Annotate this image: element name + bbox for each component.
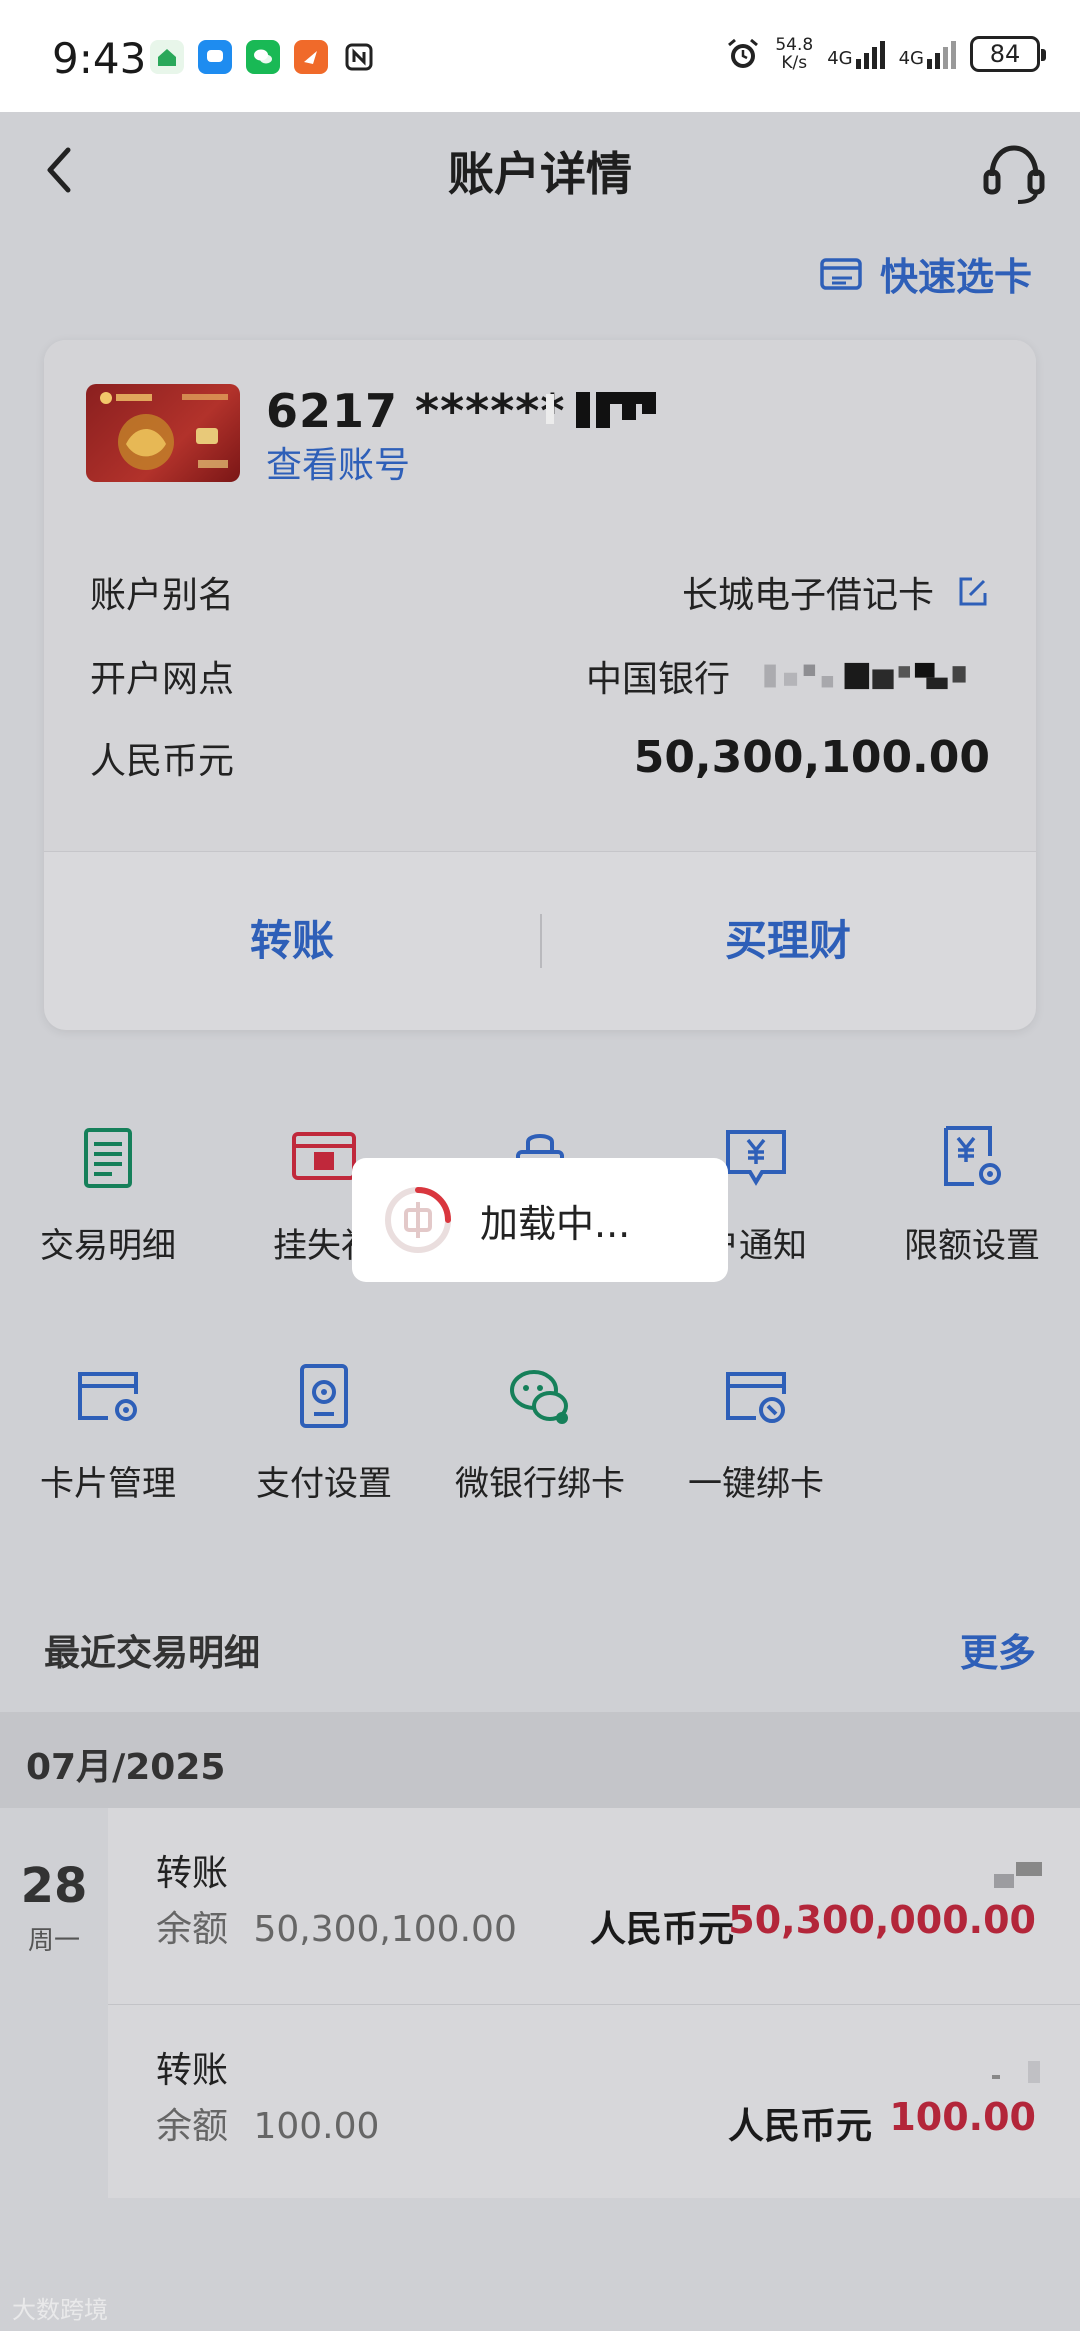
weekday: 周一 [27, 1926, 80, 1956]
transaction-row[interactable]: 转账 余额 100.00 人民币元 100.00 [108, 2004, 1080, 2200]
day-number: 28 [20, 1858, 88, 1914]
signal-1: 4G [827, 39, 885, 69]
card-manage-icon [78, 1372, 138, 1421]
transaction-type: 转账 [156, 1853, 229, 1894]
loading-toast: 加载中... [352, 1158, 728, 1282]
transaction-list: 转账 余额 50,300,100.00 人民币元 50,300,000.00 转… [108, 1808, 1080, 2198]
transaction-currency: 人民币元 [728, 2106, 873, 2147]
card-actions: 转账 买理财 [44, 852, 1036, 1030]
quick-select-card-button[interactable]: 快速选卡 [820, 246, 1032, 301]
battery-icon: 84 [970, 36, 1046, 72]
watermark: 大数跨境 [12, 2296, 108, 2324]
net-speed: 54.8 K/s [775, 35, 814, 73]
grid-transaction-detail[interactable]: 交易明细 [0, 1122, 216, 1267]
signal-2: 4G [899, 39, 956, 69]
card-info: 6217 ****** 查看账号 账户别名 长城电子借记卡 开户网点 中国银行 … [44, 340, 1036, 852]
limit-setting-icon [944, 1126, 1001, 1186]
transaction-currency: 人民币元 [590, 1909, 735, 1950]
one-click-bind-icon [726, 1372, 786, 1423]
message-app-icon [198, 40, 232, 74]
transaction-balance: 余额 100.00 [156, 2106, 380, 2147]
balance-row: 人民币元 50,300,100.00 [90, 732, 990, 783]
balance-amount: 50,300,100.00 [633, 732, 990, 783]
orange-app-icon [294, 40, 328, 74]
transfer-button[interactable]: 转账 [44, 852, 540, 1030]
branch-row: 开户网点 中国银行 [90, 650, 990, 700]
customer-service-icon[interactable] [978, 138, 1050, 210]
month-label: 07月/2025 [26, 1747, 226, 1788]
wechat-app-icon [246, 40, 280, 74]
alias-label: 账户别名 [90, 575, 235, 616]
more-link[interactable]: 更多 [960, 1622, 1036, 1677]
grid-limit-setting[interactable]: 限额设置 [864, 1122, 1080, 1267]
transaction-type: 转账 [156, 2050, 229, 2091]
transaction-detail-icon [84, 1128, 132, 1188]
nfc-icon [342, 40, 376, 74]
pay-setting-icon [300, 1364, 348, 1428]
view-account-link[interactable]: 查看账号 [266, 436, 410, 488]
day-column: 28 周一 [0, 1808, 108, 2198]
transaction-balance: 余额 50,300,100.00 [156, 1909, 517, 1950]
alias-value: 长城电子借记卡 [681, 575, 934, 616]
transaction-amount: 100.00 [889, 2095, 1036, 2139]
branch-value: 中国银行 [585, 659, 730, 700]
branch-label: 开户网点 [90, 659, 235, 700]
grid-wechat-bind[interactable]: 微银行绑卡 [432, 1360, 648, 1505]
transaction-row[interactable]: 转账 余额 50,300,100.00 人民币元 50,300,000.00 [108, 1808, 1080, 2004]
account-card-panel: 6217 ****** 查看账号 账户别名 长城电子借记卡 开户网点 中国银行 … [44, 340, 1036, 1030]
app-notification-icon [150, 40, 184, 74]
card-number-redaction [546, 392, 656, 428]
card-number: 6217 ****** [266, 384, 566, 438]
alias-row: 账户别名 长城电子借记卡 [90, 566, 990, 616]
month-header: 07月/2025 [0, 1712, 1080, 1808]
grid-one-click-bind[interactable]: 一键绑卡 [648, 1360, 864, 1505]
boc-loading-spinner-icon [385, 1187, 451, 1253]
wechat-bind-icon [510, 1370, 568, 1424]
branch-redaction [764, 662, 966, 690]
buy-wealth-button[interactable]: 买理财 [540, 852, 1036, 1030]
report-loss-icon [292, 1132, 356, 1180]
grid-pay-setting[interactable]: 支付设置 [216, 1360, 432, 1505]
debit-card-image [86, 384, 240, 482]
signal-bars-icon [855, 39, 885, 69]
transaction-amount: 50,300,000.00 [728, 1898, 1036, 1942]
currency-label: 人民币元 [90, 741, 235, 782]
signal-bars-icon [927, 39, 956, 69]
edit-icon[interactable] [956, 575, 990, 609]
loading-text: 加载中... [480, 1201, 631, 1246]
redaction-mark [992, 2061, 1040, 2083]
account-notice-icon [726, 1130, 786, 1186]
card-select-icon [820, 257, 862, 290]
page-title: 账户详情 [448, 147, 632, 201]
status-bar: 9:43 54.8 K/s 4G 4G 84 [0, 0, 1080, 112]
notification-icons [150, 40, 376, 74]
recent-transactions-title: 最近交易明细 [44, 1633, 261, 1674]
grid-card-manage[interactable]: 卡片管理 [0, 1360, 216, 1505]
redaction-mark [994, 1862, 1042, 1888]
status-time: 9:43 [52, 34, 147, 83]
alarm-icon [728, 38, 759, 68]
status-indicators: 54.8 K/s 4G 4G 84 [725, 35, 1046, 73]
